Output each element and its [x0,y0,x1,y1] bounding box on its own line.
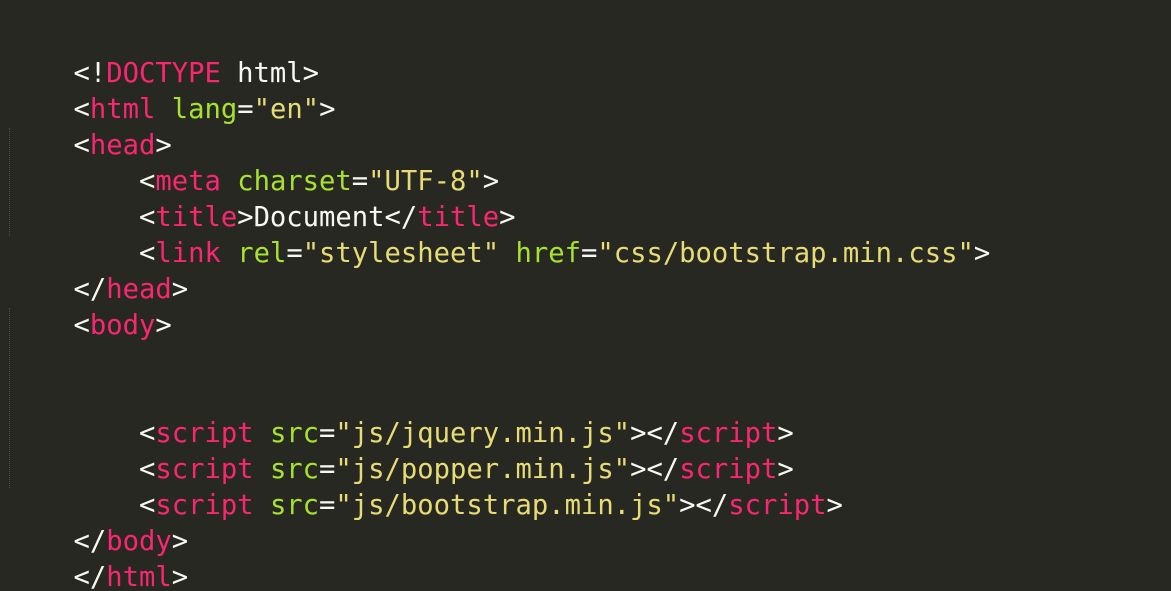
token-attribute: lang [171,94,238,125]
code-editor[interactable]: <!DOCTYPE html> <html lang="en"> <head> … [0,0,1171,591]
token-string: "en" [253,94,320,125]
token-punct: > [973,238,991,269]
token-tag: script [728,490,827,521]
token-attribute: href [515,238,581,269]
code-line-html-close[interactable]: </html> [8,524,188,591]
token-punct: = [580,238,598,269]
token-string: "stylesheet" [302,238,500,269]
token-string: "js/bootstrap.min.js" [335,490,680,521]
code-line-body-close[interactable]: </body> [8,488,188,557]
token-tag: html [106,562,172,591]
code-line-script-bootstrap[interactable]: <script src="js/bootstrap.min.js"></scri… [8,452,843,521]
token-punct: = [237,94,254,125]
code-line-body-open[interactable]: <body> [8,272,171,341]
code-line-doctype[interactable]: <!DOCTYPE html> [8,20,319,89]
code-line-script-jquery[interactable]: <script src="js/jquery.min.js"></script> [8,380,794,449]
token-punct: > [155,310,172,341]
token-punct: = [319,490,336,521]
token-punct: < [73,310,90,341]
token-punct: > [679,490,696,521]
token-attribute: src [269,490,320,521]
code-line-head-close[interactable]: </head> [8,236,188,305]
token-punct: > [171,562,189,591]
token-punct: > [826,490,843,521]
token-punct: > [171,274,189,305]
token-punct: = [286,238,303,269]
token-punct: </ [73,562,107,591]
code-line-head-open[interactable]: <head> [8,92,171,161]
token-tag: body [89,310,156,341]
code-line-html-open[interactable]: <html lang="en"> [8,56,335,125]
token-string: "css/bootstrap.min.css" [597,238,974,269]
code-line-link[interactable]: <link rel="stylesheet" href="css/bootstr… [8,200,990,269]
code-line-title[interactable]: <title>Document</title> [8,164,516,233]
token-punct: > [319,94,336,125]
token-punct: </ [695,490,729,521]
code-line-meta[interactable]: <meta charset="UTF-8"> [8,128,499,197]
code-line-script-popper[interactable]: <script src="js/popper.min.js"></script> [8,416,794,485]
token-attribute: rel [237,238,287,269]
